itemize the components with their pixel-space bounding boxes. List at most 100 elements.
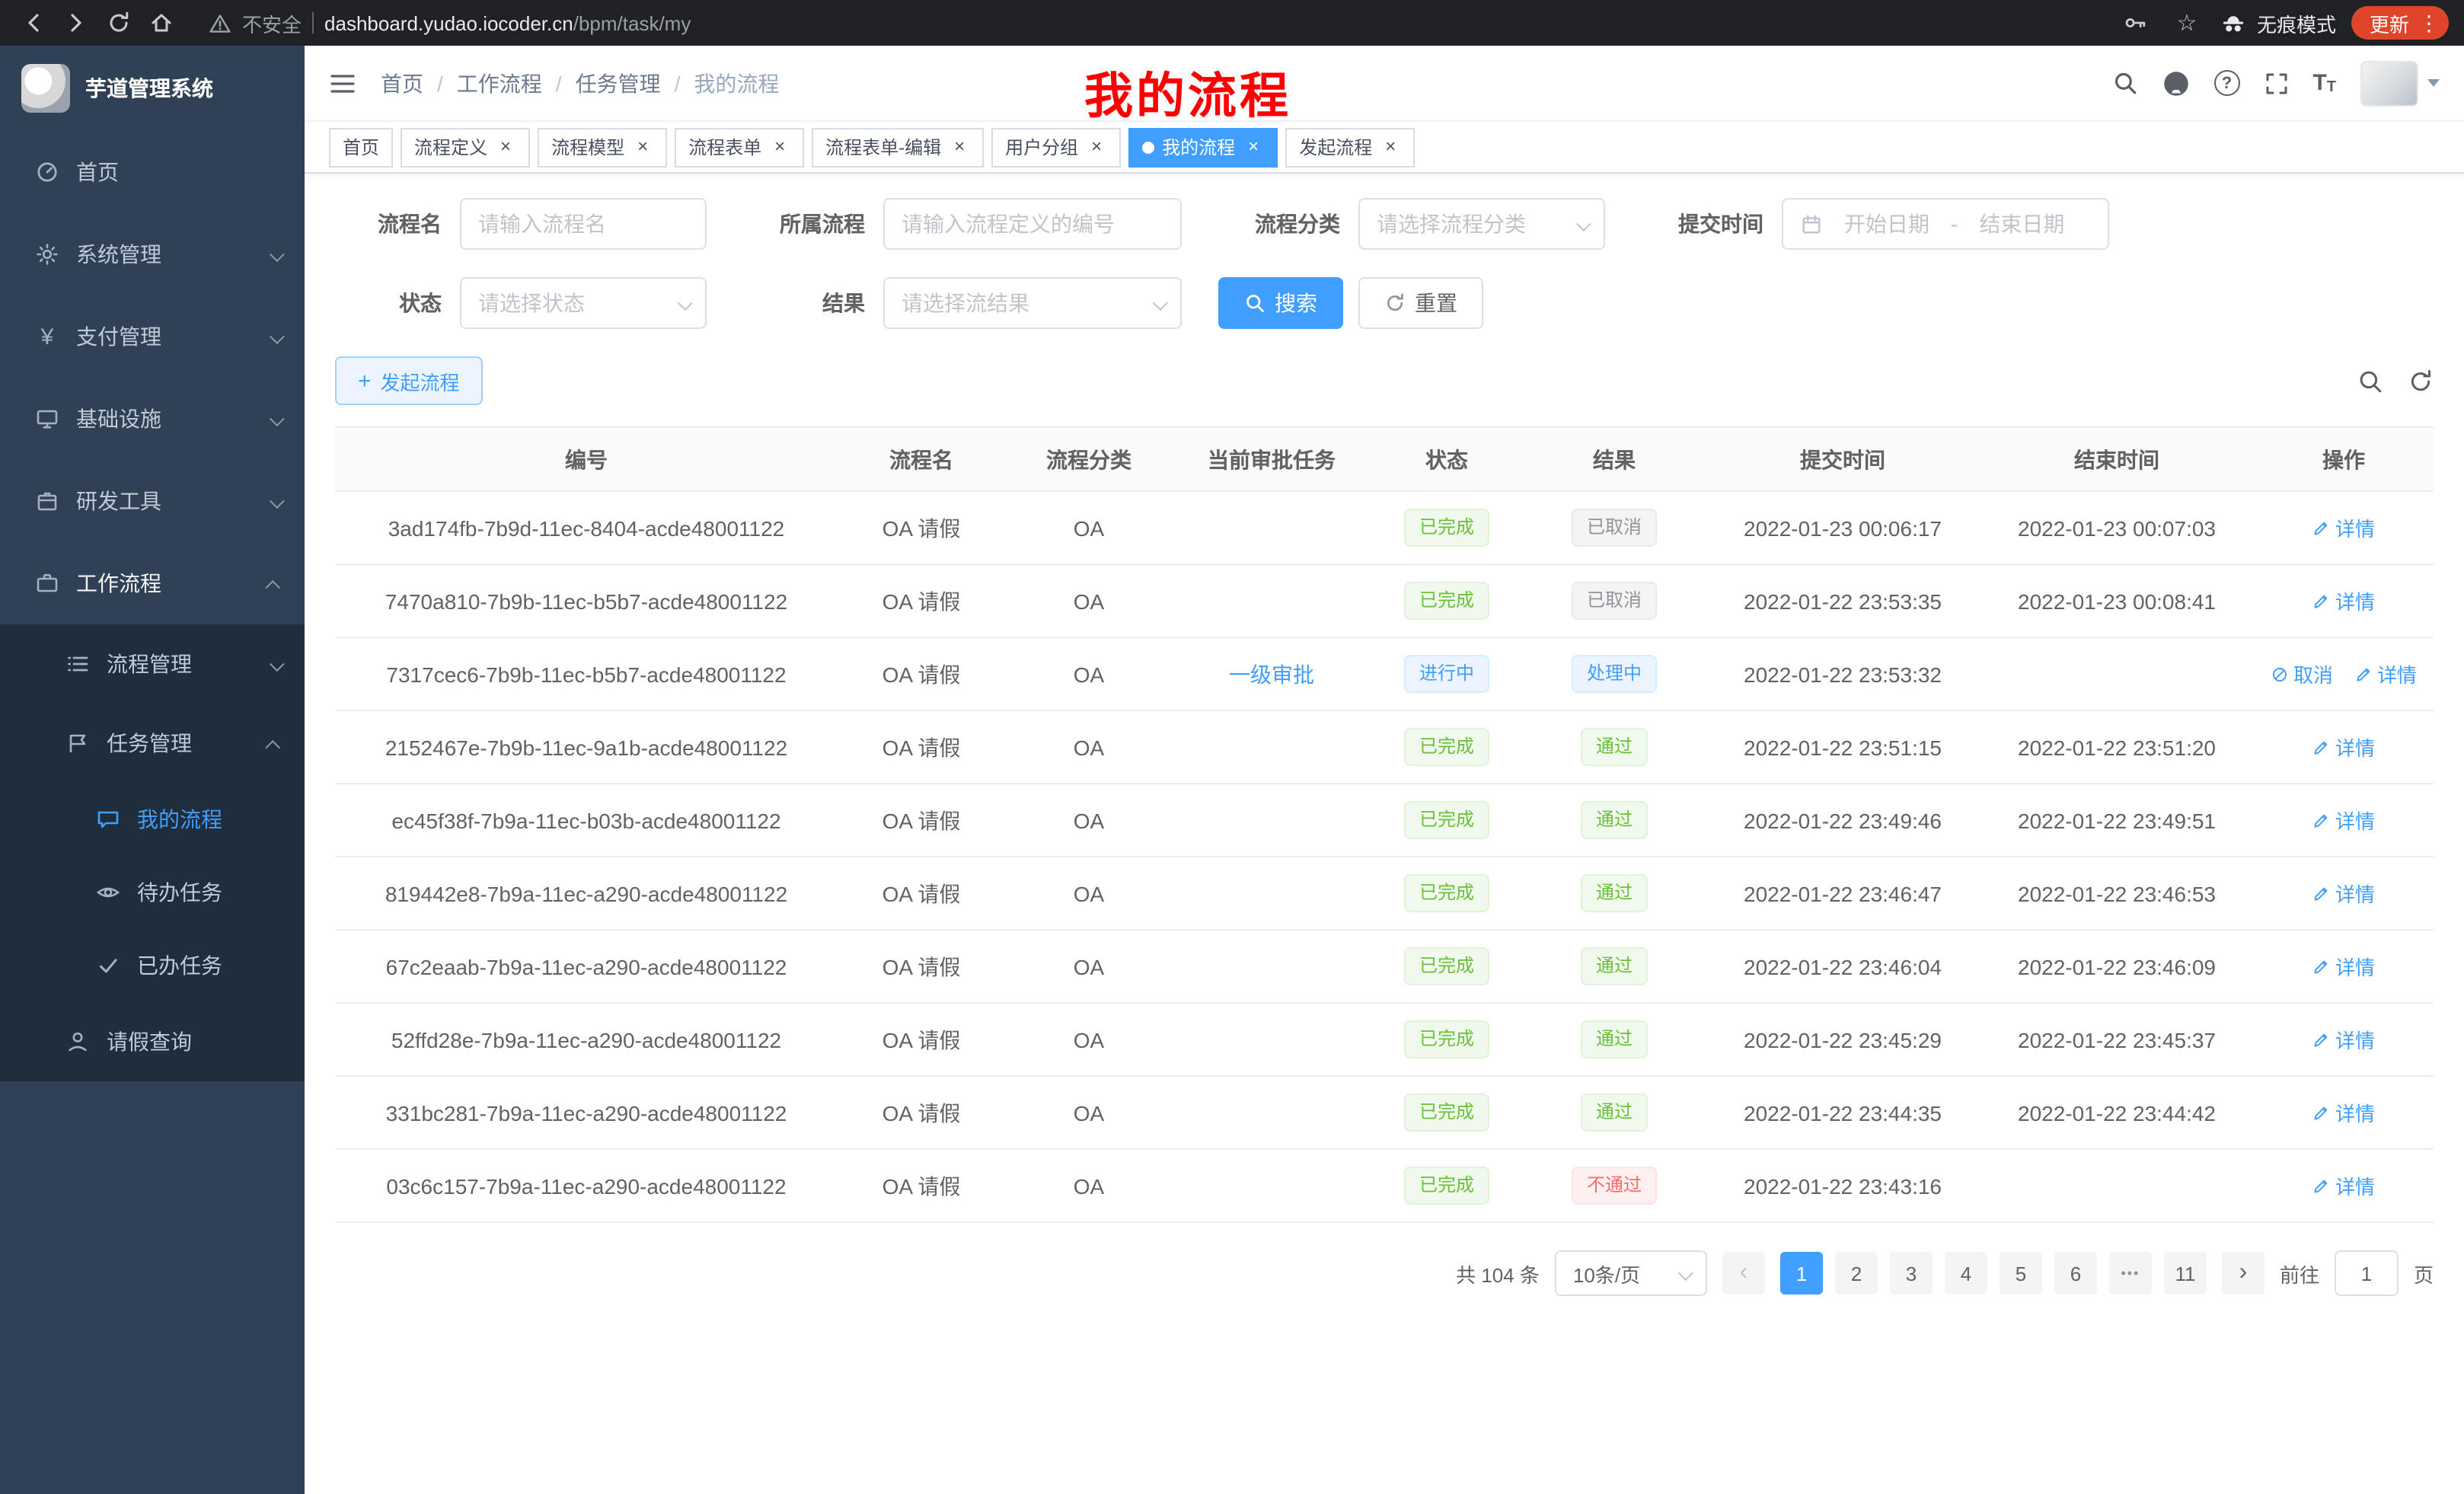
sidebar-item-home[interactable]: 首页 (0, 131, 305, 213)
sidebar-item-task-management[interactable]: 任务管理 (0, 704, 305, 783)
result-select[interactable] (883, 277, 1182, 329)
breadcrumb-home[interactable]: 首页 (381, 68, 423, 98)
address-bar[interactable]: 不安全 dashboard.yudao.iocoder.cn/bpm/task/… (207, 5, 2111, 41)
bookmark-star-icon[interactable]: ☆ (2169, 5, 2205, 41)
fullscreen-icon[interactable] (2264, 71, 2288, 95)
detail-action-link[interactable]: 详情 (2312, 1025, 2375, 1054)
owner-process-input[interactable] (902, 212, 1163, 236)
breadcrumb-workflow[interactable]: 工作流程 (457, 68, 542, 98)
tab-item-4[interactable]: 流程表单-编辑× (812, 127, 984, 167)
status-badge: 已完成 (1404, 509, 1489, 547)
browser-menu-dots-icon[interactable]: ⋮ (2418, 10, 2440, 36)
reset-button[interactable]: 重置 (1358, 277, 1483, 329)
page-button-2[interactable]: 2 (1835, 1252, 1878, 1294)
result-badge: 通过 (1581, 1093, 1648, 1132)
cell-actions: 详情 (2254, 710, 2434, 784)
status-select[interactable] (460, 277, 707, 329)
tab-close-icon[interactable]: × (1380, 136, 1401, 158)
tab-item-1[interactable]: 流程定义× (401, 127, 530, 167)
page-button-3[interactable]: 3 (1890, 1252, 1933, 1294)
cell-result: 通过 (1523, 710, 1706, 784)
sidebar-item-done-tasks[interactable]: 已办任务 (0, 929, 305, 1002)
next-page-button[interactable]: › (2222, 1252, 2265, 1294)
search-button[interactable]: 搜索 (1218, 277, 1343, 329)
tab-item-3[interactable]: 流程表单 × (675, 127, 804, 167)
sidebar-item-process-management[interactable]: 流程管理 (0, 624, 305, 704)
tab-label: 用户分组 (1005, 134, 1078, 160)
category-select-input[interactable] (1377, 212, 1567, 236)
sidebar-toggle-icon[interactable] (329, 71, 356, 95)
help-icon[interactable]: ? (2213, 70, 2239, 96)
page-button-1[interactable]: 1 (1780, 1252, 1823, 1294)
sidebar-item-workflow[interactable]: 工作流程 (0, 542, 305, 624)
refresh-icon[interactable] (2408, 368, 2434, 394)
sidebar-item-my-process[interactable]: 我的流程 (0, 783, 305, 856)
tab-close-icon[interactable]: × (495, 136, 516, 158)
submit-time-range-picker[interactable]: - (1782, 198, 2109, 250)
github-icon[interactable] (2162, 69, 2189, 97)
result-select-input[interactable] (902, 291, 1144, 315)
forward-icon[interactable] (58, 5, 94, 41)
tab-item-7[interactable]: 发起流程× (1285, 127, 1415, 167)
detail-action-link[interactable]: 详情 (2312, 806, 2375, 835)
create-process-button[interactable]: + 发起流程 (335, 356, 483, 405)
user-menu[interactable] (2360, 60, 2440, 106)
sidebar-item-payment[interactable]: ¥ 支付管理 (0, 295, 305, 378)
tab-close-icon[interactable]: × (949, 136, 970, 158)
cell-process-name: OA 请假 (838, 1149, 1005, 1222)
tab-close-icon[interactable]: × (1243, 136, 1264, 158)
detail-action-link[interactable]: 详情 (2312, 952, 2375, 981)
sidebar-item-devtools[interactable]: 研发工具 (0, 460, 305, 542)
prev-page-button[interactable]: ‹ (1722, 1252, 1765, 1294)
reload-icon[interactable] (101, 5, 137, 41)
tab-item-5[interactable]: 用户分组 × (991, 127, 1121, 167)
tab-close-icon[interactable]: × (632, 136, 653, 158)
search-icon[interactable] (2111, 70, 2137, 96)
briefcase-icon (34, 571, 61, 595)
tab-item-2[interactable]: 流程模型× (538, 127, 667, 167)
process-name-input[interactable] (478, 212, 688, 236)
search-icon (1244, 292, 1266, 314)
sidebar-item-todo-tasks[interactable]: 待办任务 (0, 856, 305, 929)
tab-item-0[interactable]: 首页 (329, 127, 393, 167)
sidebar-item-leave-query[interactable]: 请假查询 (0, 1002, 305, 1081)
cancel-action-link[interactable]: 取消 (2271, 659, 2333, 688)
search-toggle-icon[interactable] (2357, 368, 2383, 394)
detail-action-link[interactable]: 详情 (2312, 1171, 2375, 1200)
sidebar-item-system[interactable]: 系统管理 (0, 213, 305, 295)
sidebar-item-infrastructure[interactable]: 基础设施 (0, 378, 305, 460)
detail-action-link[interactable]: 详情 (2354, 659, 2417, 688)
page-button-4[interactable]: 4 (1945, 1252, 1987, 1294)
page-button-6[interactable]: 6 (2054, 1252, 2097, 1294)
back-icon[interactable] (15, 5, 52, 41)
category-select[interactable] (1358, 198, 1605, 250)
tab-close-icon[interactable]: × (769, 136, 790, 158)
home-icon[interactable] (143, 5, 180, 41)
font-size-icon[interactable]: TT (2312, 70, 2336, 96)
end-date-input[interactable] (1967, 212, 2076, 236)
page-button-11[interactable]: 11 (2164, 1252, 2207, 1294)
status-select-input[interactable] (478, 291, 669, 315)
tab-item-6[interactable]: 我的流程× (1128, 127, 1278, 167)
detail-action-link[interactable]: 详情 (2312, 513, 2375, 542)
tab-label: 流程表单 (688, 134, 761, 160)
detail-action-link[interactable]: 详情 (2312, 733, 2375, 761)
current-task-link[interactable]: 一级审批 (1229, 662, 1314, 686)
update-button[interactable]: 更新 ⋮ (2351, 6, 2449, 40)
key-icon[interactable] (2117, 5, 2153, 41)
goto-page-input[interactable] (2335, 1250, 2399, 1296)
start-date-input[interactable] (1832, 212, 1942, 236)
page-button-5[interactable]: 5 (2000, 1252, 2042, 1294)
breadcrumb-task-management[interactable]: 任务管理 (576, 68, 661, 98)
table-row: 7317cec6-7b9b-11ec-b5b7-acde48001122OA 请… (335, 637, 2434, 710)
page-more-button[interactable]: ••• (2109, 1252, 2152, 1294)
tab-close-icon[interactable]: × (1086, 136, 1107, 158)
chevron-down-icon (270, 407, 280, 431)
page-size-select[interactable]: 10条/页 (1555, 1250, 1707, 1296)
cell-result: 通过 (1523, 930, 1706, 1003)
logo[interactable]: 芋道管理系统 (0, 46, 305, 131)
detail-action-link[interactable]: 详情 (2312, 879, 2375, 908)
cell-current-task (1173, 1003, 1371, 1076)
detail-action-link[interactable]: 详情 (2312, 1098, 2375, 1127)
detail-action-link[interactable]: 详情 (2312, 586, 2375, 615)
